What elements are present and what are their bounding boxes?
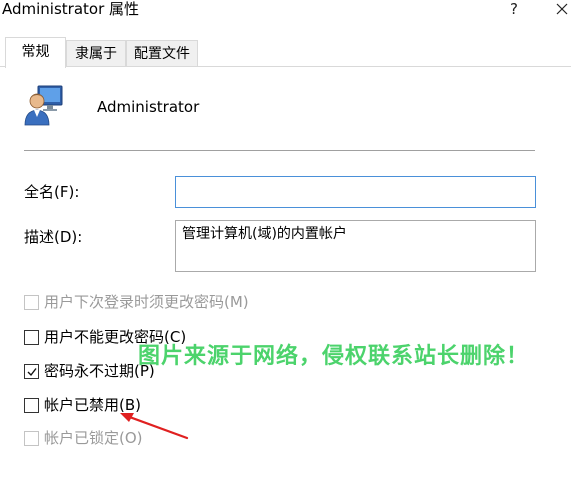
tab-member-of[interactable]: 隶属于 <box>66 40 126 67</box>
checkbox-must-change-password[interactable]: 用户下次登录时须更改密码(M) <box>24 293 264 313</box>
close-button[interactable] <box>552 0 571 18</box>
user-name: Administrator <box>97 98 200 116</box>
description-label: 描述(D): <box>24 228 83 246</box>
help-button[interactable]: ? <box>505 0 523 18</box>
checkmark-icon <box>27 368 37 377</box>
checkbox-box[interactable] <box>24 364 39 379</box>
fullname-input[interactable] <box>175 176 536 208</box>
separator <box>24 150 535 152</box>
window-title: Administrator 属性 <box>2 0 140 18</box>
description-input[interactable]: 管理计算机(域)的内置帐户 <box>175 220 536 272</box>
checkbox-box[interactable] <box>24 330 39 345</box>
tab-profile[interactable]: 配置文件 <box>126 40 198 67</box>
user-account-icon <box>24 85 63 126</box>
checkbox-box[interactable] <box>24 295 39 310</box>
close-icon <box>556 3 568 15</box>
tab-strip: 常规 隶属于 配置文件 <box>0 37 571 68</box>
red-arrow-annotation <box>120 413 189 440</box>
checkbox-label: 用户下次登录时须更改密码(M) <box>44 293 249 311</box>
watermark-text: 图片来源于网络，侵权联系站长删除！ <box>138 344 530 369</box>
tab-divider <box>0 66 571 67</box>
title-bar: Administrator 属性 ? <box>0 0 571 20</box>
checkbox-box[interactable] <box>24 431 39 446</box>
fullname-label: 全名(F): <box>24 183 80 201</box>
tab-general[interactable]: 常规 <box>5 37 66 68</box>
checkbox-box[interactable] <box>24 398 39 413</box>
